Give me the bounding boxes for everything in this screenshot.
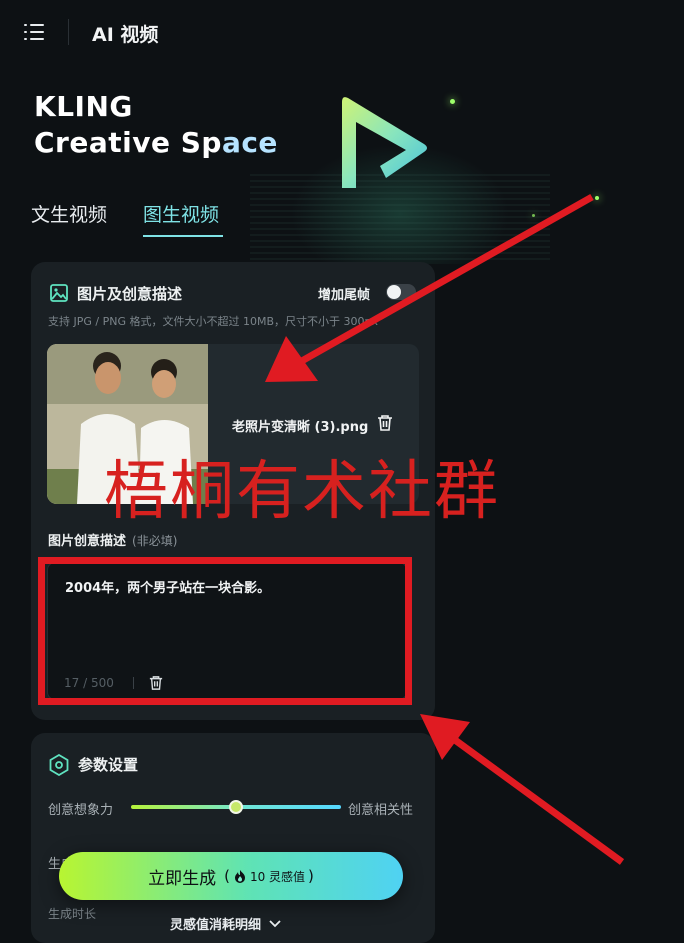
- cost-details-link[interactable]: 灵感值消耗明细: [170, 914, 281, 933]
- generate-button[interactable]: 立即生成 ( 10 灵感值 ): [59, 852, 403, 900]
- annotation-box: [38, 557, 412, 705]
- cost-details-label: 灵感值消耗明细: [170, 918, 262, 933]
- tab-text-to-video[interactable]: 文生视频: [31, 200, 107, 227]
- generate-label: 立即生成: [148, 868, 217, 889]
- sparkle-dot: [532, 214, 535, 217]
- end-frame-label: 增加尾帧: [318, 288, 371, 303]
- image-icon: [50, 284, 68, 302]
- toggle-knob: [387, 285, 401, 299]
- upload-hint: 支持 JPG / PNG 格式，文件大小不超过 10MB，尺寸不小于 300px: [48, 315, 378, 328]
- active-tab-indicator: [143, 235, 223, 237]
- card-title: 参数设置: [78, 756, 139, 774]
- watermark-text: 梧桐有术社群: [104, 455, 500, 529]
- chevron-down-icon: [269, 919, 281, 927]
- kling-logo-icon: [342, 97, 427, 188]
- creativity-slider[interactable]: [131, 800, 341, 814]
- description-label: 图片创意描述 (非必填): [48, 534, 178, 549]
- slider-left-label: 创意想象力: [48, 803, 114, 818]
- settings-hexagon-icon: [49, 754, 69, 776]
- tab-image-to-video[interactable]: 图生视频: [143, 200, 219, 227]
- menu-icon[interactable]: [24, 23, 44, 41]
- cost-badge: ( 10 灵感值 ): [224, 867, 314, 885]
- fire-icon: [234, 870, 245, 883]
- sparkle-dot: [595, 196, 599, 200]
- brand-line-1: KLING: [34, 90, 133, 123]
- slider-right-label: 创意相关性: [348, 803, 414, 818]
- trash-icon[interactable]: [377, 414, 393, 432]
- file-name: 老照片变清晰 (3).png: [232, 420, 369, 435]
- params-card: 参数设置 创意想象力 创意相关性 生成 生成时长: [31, 733, 435, 943]
- topbar-divider: [68, 19, 69, 45]
- brand-line-2: Creative Space: [34, 126, 278, 159]
- sparkle-dot: [450, 99, 455, 104]
- slider-thumb[interactable]: [229, 800, 243, 814]
- end-frame-toggle[interactable]: [386, 284, 416, 300]
- page-title: AI 视频: [92, 24, 159, 46]
- duration-label: 生成时长: [48, 907, 97, 921]
- top-bar: AI 视频: [0, 0, 684, 64]
- card-title: 图片及创意描述: [77, 285, 183, 303]
